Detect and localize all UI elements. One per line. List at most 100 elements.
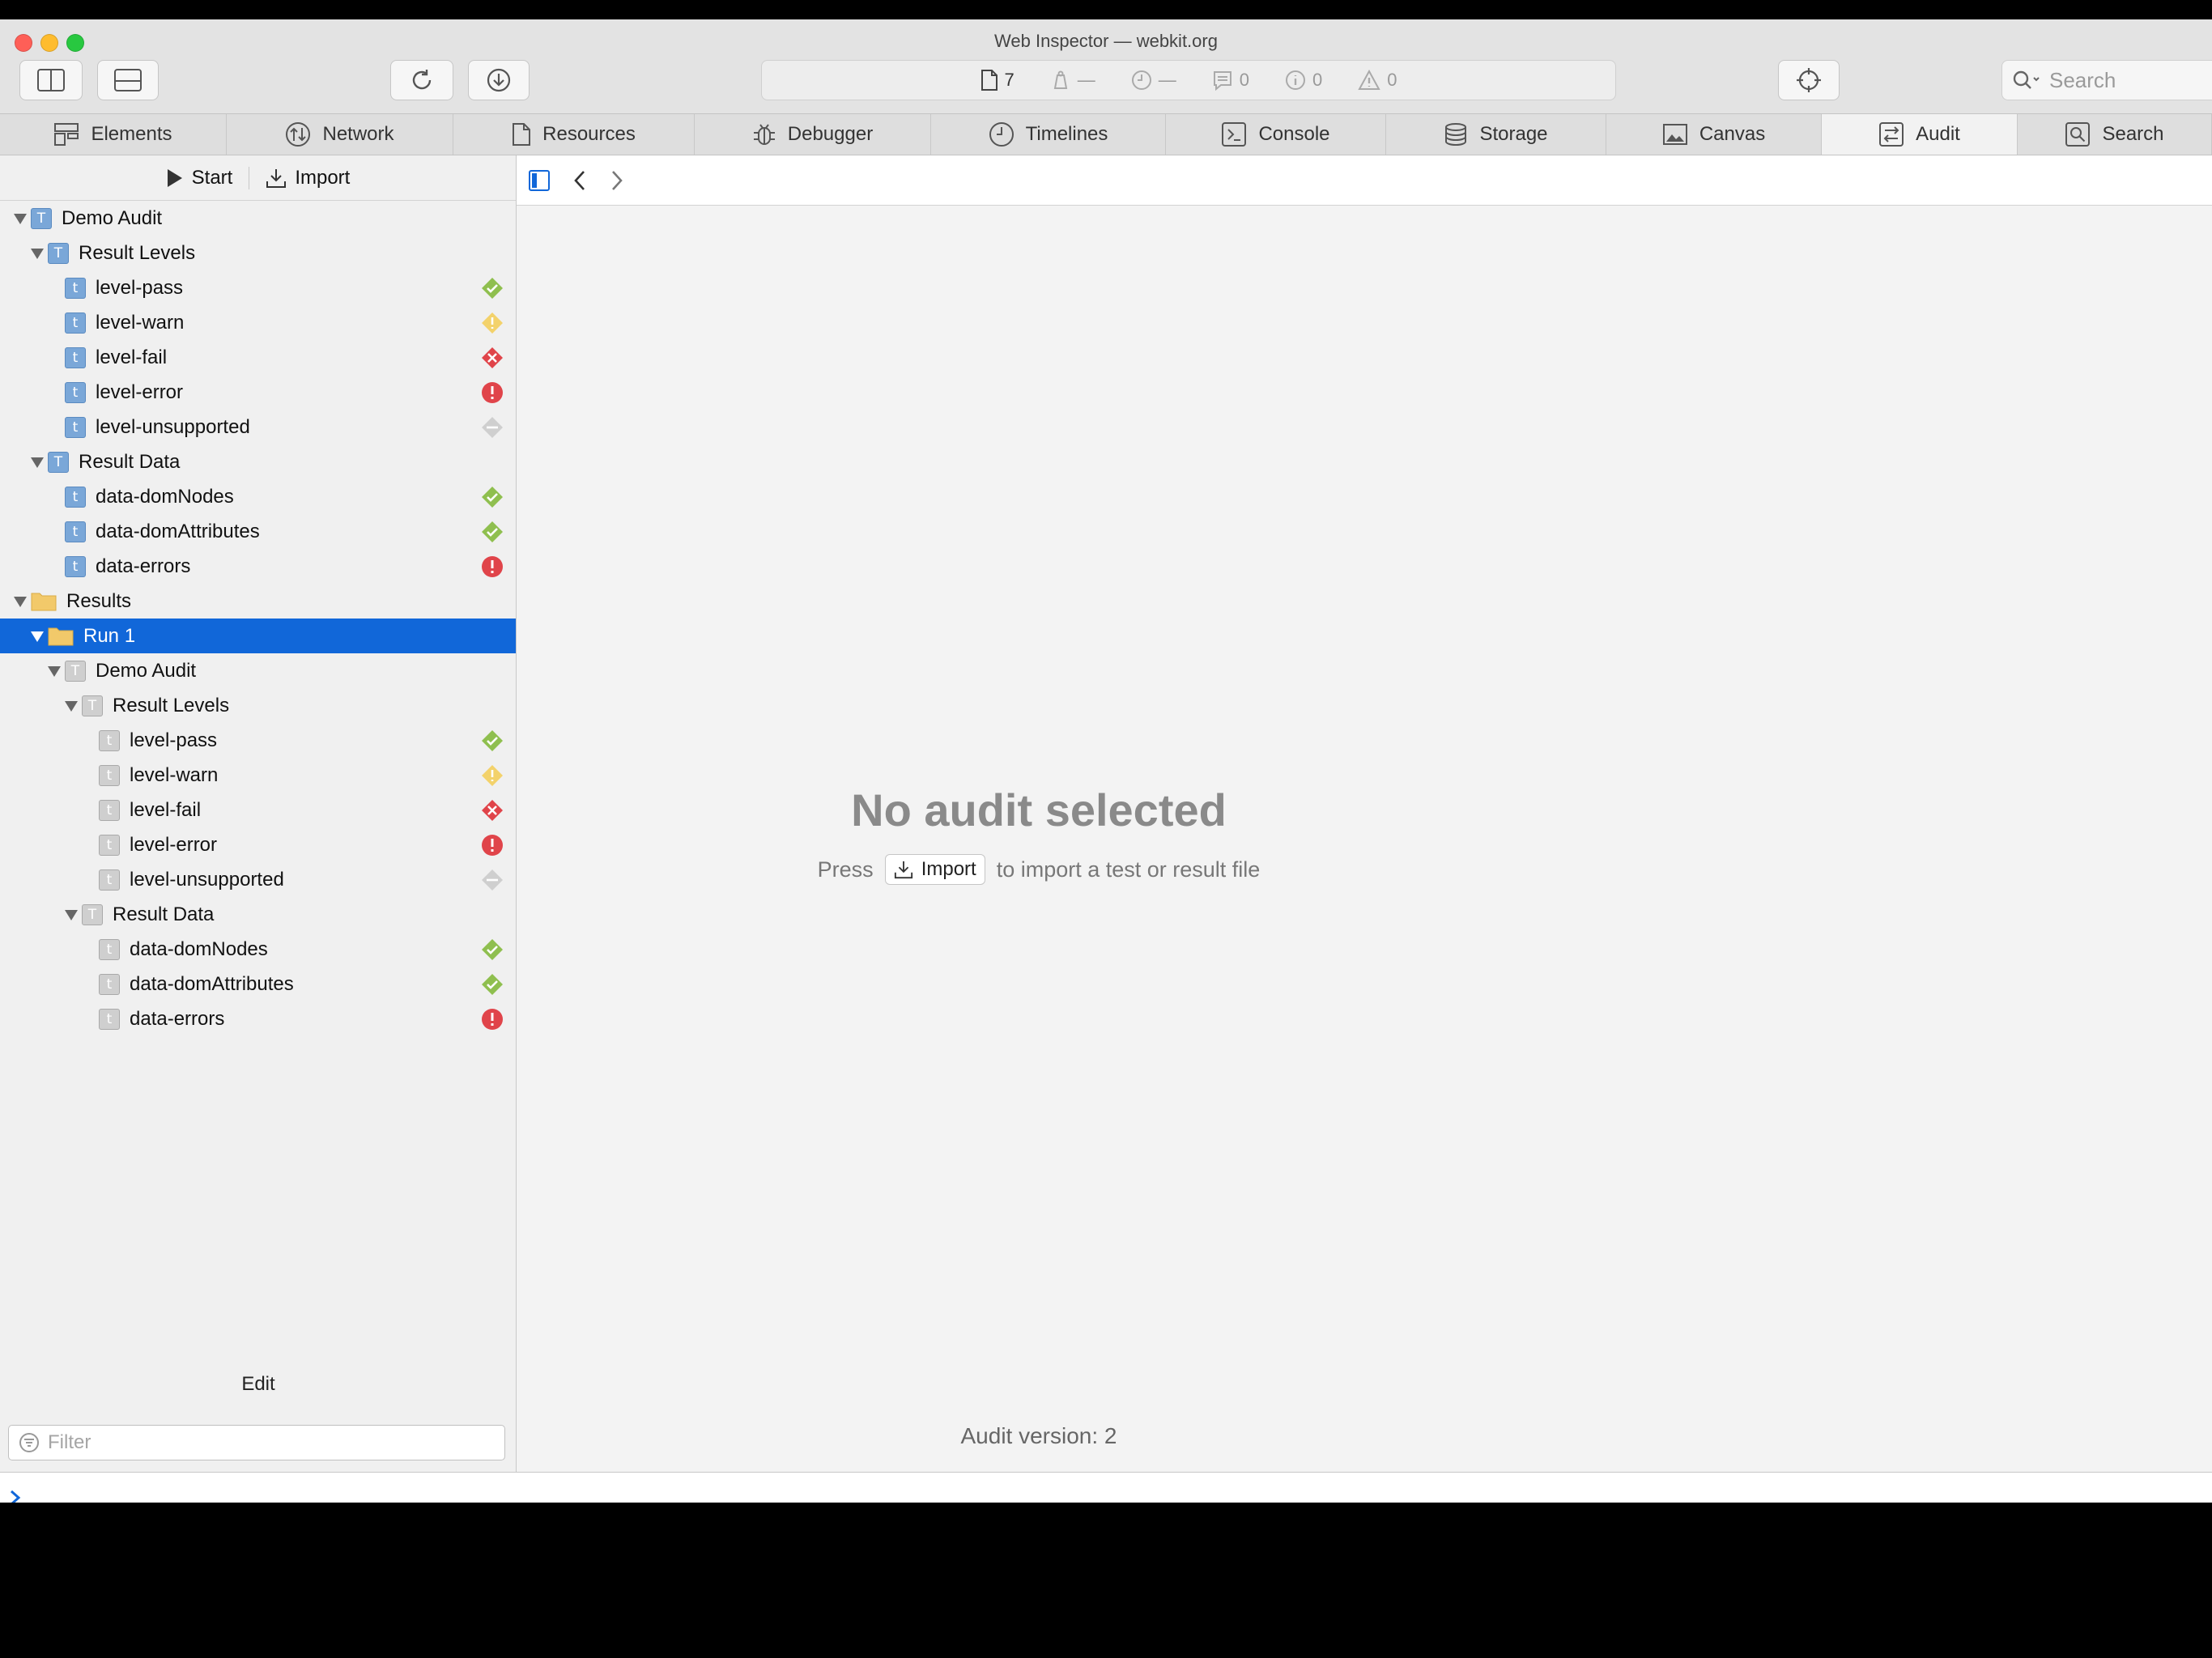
tab-audit[interactable]: Audit: [1822, 114, 2018, 155]
back-arrow-icon[interactable]: [572, 169, 588, 192]
info-icon: [1286, 70, 1305, 90]
warning-icon: [1358, 70, 1380, 90]
play-icon: [167, 168, 182, 187]
tree-row[interactable]: T Result Levels: [0, 236, 516, 270]
test-group-icon: T: [82, 903, 103, 925]
status-pass-icon: [481, 729, 504, 752]
console-warnings-count[interactable]: 0: [1358, 70, 1397, 91]
tree-row[interactable]: t level-pass: [0, 723, 516, 758]
test-case-icon: t: [99, 799, 120, 821]
disclosure-triangle-icon[interactable]: [10, 595, 31, 608]
tree-row[interactable]: T Result Data: [0, 444, 516, 479]
tree-row[interactable]: t data-domNodes: [0, 479, 516, 514]
console-logs-value: 0: [1239, 70, 1249, 90]
tab-search[interactable]: Search: [2018, 114, 2212, 155]
start-button[interactable]: Start: [166, 167, 232, 189]
tab-network[interactable]: Network: [227, 114, 453, 155]
tree-row[interactable]: t level-error: [0, 827, 516, 862]
test-group-icon: T: [82, 695, 103, 716]
tree-row-label: level-error: [130, 833, 218, 856]
resources-icon: [513, 123, 531, 146]
console-icon: [1222, 122, 1247, 147]
filter-field[interactable]: Filter: [8, 1425, 505, 1460]
tab-debugger[interactable]: Debugger: [695, 114, 931, 155]
tab-console[interactable]: Console: [1166, 114, 1386, 155]
test-case-icon: t: [99, 764, 120, 786]
tree-row[interactable]: Results: [0, 584, 516, 619]
toolbar-search-field[interactable]: Search: [2001, 60, 2212, 100]
disclosure-triangle-icon[interactable]: [61, 699, 82, 712]
forward-arrow-icon[interactable]: [609, 169, 625, 192]
tree-row[interactable]: t data-errors: [0, 549, 516, 584]
disclosure-triangle-icon[interactable]: [27, 630, 48, 643]
tree-row[interactable]: t data-errors: [0, 1001, 516, 1036]
tree-row[interactable]: t level-pass: [0, 270, 516, 305]
toolbar-search-placeholder: Search: [2049, 67, 2116, 92]
import-inline-label: Import: [921, 858, 976, 880]
tab-elements[interactable]: Elements: [0, 114, 227, 155]
tree-row[interactable]: t level-fail: [0, 793, 516, 827]
test-case-icon: t: [99, 938, 120, 960]
tree-row-label: level-pass: [130, 729, 218, 751]
test-case-icon: t: [99, 729, 120, 751]
clock-icon: [1131, 70, 1151, 90]
disclosure-triangle-icon[interactable]: [27, 456, 48, 469]
search-icon: [2013, 70, 2040, 89]
tab-storage[interactable]: Storage: [1386, 114, 1606, 155]
dock-side-button[interactable]: [19, 60, 83, 100]
test-group-icon: T: [65, 660, 86, 682]
tree-row[interactable]: t level-error: [0, 375, 516, 410]
inspect-element-button[interactable]: [1778, 60, 1840, 100]
download-button[interactable]: [468, 60, 530, 100]
tree-row[interactable]: t data-domNodes: [0, 932, 516, 967]
tree-row[interactable]: t level-warn: [0, 305, 516, 340]
disclosure-triangle-icon[interactable]: [44, 665, 65, 678]
test-case-icon: t: [65, 521, 86, 542]
toggle-sidebar-icon[interactable]: [528, 169, 551, 192]
tree-row-label: level-warn: [96, 311, 185, 334]
dock-bottom-button[interactable]: [97, 60, 159, 100]
tree-row-selected[interactable]: Run 1: [0, 619, 516, 653]
disclosure-triangle-icon[interactable]: [10, 212, 31, 225]
tree-row-label: Run 1: [83, 624, 136, 647]
tree-row[interactable]: T Demo Audit: [0, 201, 516, 236]
activity-viewer: 7 — — 0 0 0: [761, 60, 1616, 100]
test-case-icon: t: [65, 555, 86, 577]
tree-row[interactable]: t data-domAttributes: [0, 967, 516, 1001]
console-logs-count[interactable]: 0: [1212, 70, 1249, 91]
resource-count[interactable]: 7: [981, 70, 1015, 91]
tab-canvas[interactable]: Canvas: [1606, 114, 1822, 155]
import-icon: [266, 168, 287, 188]
reload-button[interactable]: [390, 60, 453, 100]
tree-row[interactable]: T Demo Audit: [0, 653, 516, 688]
tree-row[interactable]: t level-warn: [0, 758, 516, 793]
timelines-icon: [989, 122, 1014, 147]
tab-timelines[interactable]: Timelines: [931, 114, 1166, 155]
folder-icon: [31, 592, 57, 611]
import-button[interactable]: Import: [266, 167, 350, 189]
tree-row-label: Results: [66, 589, 132, 612]
tree-row[interactable]: t level-fail: [0, 340, 516, 375]
tree-row[interactable]: t level-unsupported: [0, 862, 516, 897]
tree-row-label: level-error: [96, 380, 184, 403]
console-info-count[interactable]: 0: [1285, 70, 1322, 91]
test-case-icon: t: [99, 1008, 120, 1030]
tree-row-label: Result Levels: [113, 694, 230, 716]
no-audit-message: No audit selected: [851, 784, 1227, 835]
load-time[interactable]: —: [1131, 70, 1176, 91]
console-info-value: 0: [1312, 70, 1323, 90]
import-inline-button[interactable]: Import: [884, 854, 985, 885]
tab-label: Resources: [542, 123, 636, 145]
tree-row[interactable]: t data-domAttributes: [0, 514, 516, 549]
tree-row[interactable]: t level-unsupported: [0, 410, 516, 444]
tree-row[interactable]: T Result Levels: [0, 688, 516, 723]
tab-resources[interactable]: Resources: [453, 114, 695, 155]
tree-row-label: level-unsupported: [130, 868, 284, 891]
edit-button[interactable]: Edit: [0, 1373, 517, 1396]
tree-row[interactable]: T Result Data: [0, 897, 516, 932]
quick-console[interactable]: [0, 1472, 2212, 1503]
load-size[interactable]: —: [1050, 70, 1095, 91]
disclosure-triangle-icon[interactable]: [27, 247, 48, 260]
test-case-icon: t: [65, 381, 86, 403]
disclosure-triangle-icon[interactable]: [61, 908, 82, 921]
